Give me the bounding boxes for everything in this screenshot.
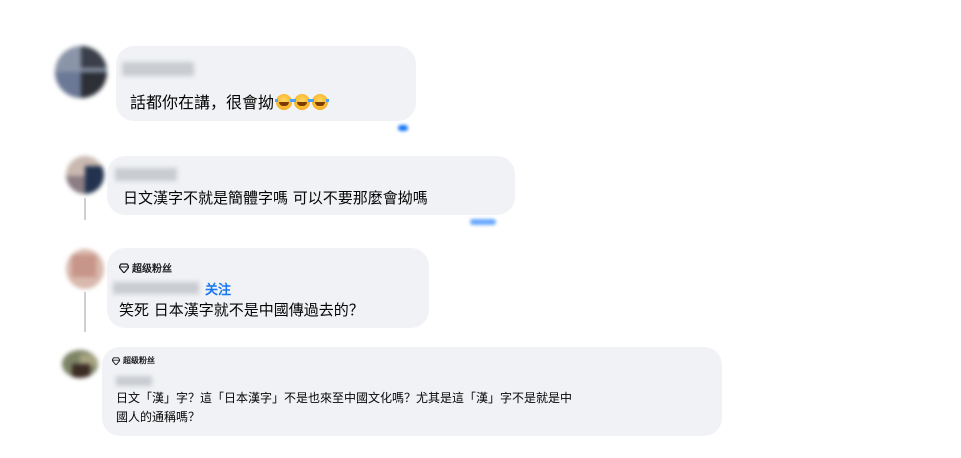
commenter-name[interactable] bbox=[122, 62, 194, 76]
laughing-emoji-icon bbox=[275, 94, 294, 110]
avatar[interactable] bbox=[66, 156, 104, 194]
laughing-emoji-icon bbox=[311, 94, 330, 110]
reaction-count[interactable] bbox=[398, 125, 408, 131]
comment-bubble: 日文漢字不就是簡體字嗎 可以不要那麼會拗嗎 bbox=[107, 156, 515, 215]
comment-bubble: 話都你在講，很會拗 bbox=[116, 46, 416, 121]
diamond-icon bbox=[119, 262, 129, 273]
top-fan-badge: 超级粉丝 bbox=[112, 355, 155, 366]
avatar[interactable] bbox=[62, 350, 98, 378]
avatar[interactable] bbox=[66, 249, 104, 289]
avatar[interactable] bbox=[55, 46, 107, 98]
laughing-emoji-icon bbox=[293, 94, 312, 110]
commenter-name[interactable] bbox=[115, 168, 177, 181]
follow-button[interactable]: 关注 bbox=[205, 279, 231, 298]
comment-text-line-1: 日文「漢」字？這「日本漢字」不是也來至中國文化嗎？尤其是這「漢」字不是就是中 bbox=[116, 391, 573, 405]
diamond-icon bbox=[112, 356, 120, 365]
badge-label: 超级粉丝 bbox=[123, 356, 155, 365]
thread-line bbox=[84, 292, 86, 332]
reaction-count[interactable] bbox=[470, 219, 496, 225]
comment-bubble: 超级粉丝 关注 笑死 日本漢字就不是中國傳過去的？ bbox=[107, 248, 429, 328]
badge-label: 超级粉丝 bbox=[132, 264, 172, 275]
comment-text: 日文漢字不就是簡體字嗎 可以不要那麼會拗嗎 bbox=[123, 189, 428, 207]
commenter-name[interactable] bbox=[116, 376, 152, 386]
comment-bubble: 超级粉丝 日文「漢」字？這「日本漢字」不是也來至中國文化嗎？尤其是這「漢」字不是… bbox=[102, 347, 722, 436]
comment-text: 笑死 日本漢字就不是中國傳過去的？ bbox=[119, 301, 364, 319]
thread-line bbox=[84, 198, 86, 220]
commenter-name[interactable] bbox=[113, 282, 199, 294]
top-fan-badge: 超级粉丝 bbox=[119, 260, 172, 275]
comment-text-line-2: 國人的通稱嗎？ bbox=[116, 410, 201, 424]
comment-text: 話都你在講，很會拗 bbox=[130, 89, 330, 113]
